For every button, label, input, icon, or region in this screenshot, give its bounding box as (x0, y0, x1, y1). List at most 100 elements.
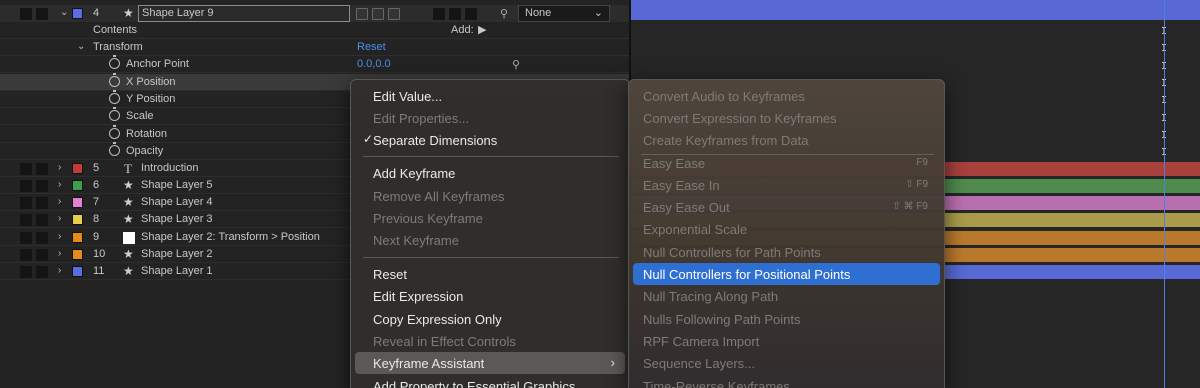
menu-item-add-keyframe[interactable]: Add Keyframe (355, 162, 625, 184)
label-color-swatch[interactable] (72, 232, 83, 243)
stopwatch-icon[interactable] (109, 142, 120, 156)
add-play-icon[interactable]: ▶ (478, 23, 486, 36)
label-color-swatch[interactable] (72, 180, 83, 191)
layer-name[interactable]: Introduction (141, 162, 198, 174)
chevron-right-icon[interactable]: › (58, 248, 61, 259)
stopwatch-icon[interactable] (109, 55, 120, 69)
av-switch[interactable] (20, 232, 32, 244)
layer-name[interactable]: Shape Layer 4 (141, 196, 213, 208)
menu-item-label: Null Controllers for Path Points (643, 245, 821, 260)
label-color-swatch[interactable] (72, 214, 83, 225)
menu-item-edit-value[interactable]: Edit Value... (355, 85, 625, 107)
stopwatch-icon[interactable] (109, 107, 120, 121)
layer-name[interactable]: Shape Layer 1 (141, 265, 213, 277)
av-switch[interactable] (20, 8, 32, 20)
lock-switch[interactable] (36, 232, 48, 244)
menu-item-label: Add Keyframe (373, 166, 456, 181)
layer-name[interactable]: Shape Layer 3 (141, 213, 213, 225)
anchor-point-row[interactable]: Anchor Point 0.0,0.0 ⚲ (0, 55, 630, 73)
menu-item-label: Separate Dimensions (373, 133, 498, 148)
av-switch[interactable] (20, 163, 32, 175)
menu-item-label: Easy Ease Out (643, 200, 730, 215)
av-switch[interactable] (20, 180, 32, 192)
submenu-item-null-controllers-positional-points[interactable]: Null Controllers for Positional Points (633, 263, 940, 285)
menu-item-label: Next Keyframe (373, 233, 459, 248)
layer-name-field[interactable]: Shape Layer 9 (138, 5, 350, 22)
lock-switch[interactable] (36, 249, 48, 261)
lock-switch[interactable] (36, 266, 48, 278)
motion-blur-switch[interactable] (449, 8, 461, 20)
lock-switch[interactable] (36, 197, 48, 209)
lock-switch[interactable] (36, 180, 48, 192)
layer-number: 10 (93, 248, 106, 260)
submenu-item-null-tracing-along-path: Null Tracing Along Path (633, 285, 940, 307)
submenu-item-easy-ease-out: Easy Ease Out ⇧ ⌘ F9 (633, 196, 940, 218)
menu-item-add-property-to-essential-graphics[interactable]: Add Property to Essential Graphics (355, 375, 625, 388)
menu-item-label: Time-Reverse Keyframes (643, 379, 790, 388)
lock-switch[interactable] (36, 163, 48, 175)
label-color-swatch[interactable] (72, 249, 83, 260)
layer-number: 9 (93, 231, 100, 243)
label-color-swatch[interactable] (72, 163, 83, 174)
collapse-switch[interactable] (372, 8, 384, 20)
quality-switch[interactable] (388, 8, 400, 20)
menu-item-reset[interactable]: Reset (355, 263, 625, 285)
star-icon: ★ (123, 212, 134, 226)
lock-switch[interactable] (36, 214, 48, 226)
layer-name[interactable]: Shape Layer 2 (141, 248, 213, 260)
chevron-right-icon[interactable]: › (58, 162, 61, 173)
lock-switch[interactable] (36, 8, 48, 20)
menu-item-label: Reset (373, 267, 407, 282)
shy-switch[interactable] (356, 8, 368, 20)
adjustment-switch[interactable] (465, 8, 477, 20)
stopwatch-icon[interactable] (109, 90, 120, 104)
chevron-down-icon[interactable]: ⌄ (77, 41, 85, 52)
anchor-point-value[interactable]: 0.0,0.0 (357, 58, 391, 70)
chevron-right-icon[interactable]: › (58, 231, 61, 242)
transform-row[interactable]: ⌄ Transform Reset (0, 39, 630, 56)
label-color-swatch[interactable] (72, 8, 83, 19)
star-icon: ★ (123, 264, 134, 278)
star-icon: ★ (123, 178, 134, 192)
menu-item-edit-expression[interactable]: Edit Expression (355, 285, 625, 307)
av-switch[interactable] (20, 197, 32, 209)
submenu-item-easy-ease: Easy Ease F9 (633, 152, 940, 174)
menu-item-separate-dimensions[interactable]: ✓ Separate Dimensions (355, 129, 625, 151)
menu-item-copy-expression-only[interactable]: Copy Expression Only (355, 308, 625, 330)
chevron-right-icon[interactable]: › (58, 213, 61, 224)
playhead[interactable] (1164, 0, 1165, 388)
menu-item-next-keyframe: Next Keyframe (355, 229, 625, 251)
transform-reset-link[interactable]: Reset (357, 41, 386, 53)
layer-bar-4[interactable] (631, 0, 1200, 20)
menu-shortcut: ⇧ ⌘ F9 (892, 201, 928, 212)
contents-row[interactable]: Contents Add: ▶ (0, 22, 630, 39)
stopwatch-icon[interactable] (109, 73, 120, 87)
pickwhip-icon[interactable]: ⚲ (500, 7, 508, 20)
menu-item-keyframe-assistant[interactable]: Keyframe Assistant › (355, 352, 625, 374)
context-menu: Edit Value... Edit Properties... ✓ Separ… (350, 79, 630, 388)
chevron-down-icon[interactable]: ⌄ (60, 7, 68, 18)
menu-item-label: Null Tracing Along Path (643, 289, 779, 304)
av-switch[interactable] (20, 266, 32, 278)
av-switch[interactable] (20, 214, 32, 226)
menu-separator (363, 156, 619, 157)
menu-item-label: Convert Audio to Keyframes (643, 89, 805, 104)
layer-name[interactable]: Shape Layer 5 (141, 179, 213, 191)
layer-number: 4 (93, 7, 100, 19)
label-color-swatch[interactable] (72, 197, 83, 208)
layer-name[interactable]: Shape Layer 2: Transform > Position (141, 231, 320, 243)
layer-row-4[interactable]: ⌄ 4 ★ Shape Layer 9 ⚲ None ⌄ (0, 5, 630, 22)
chevron-right-icon[interactable]: › (58, 265, 61, 276)
menu-item-label: Easy Ease (643, 156, 706, 171)
menu-item-label: Nulls Following Path Points (643, 312, 801, 327)
label-color-swatch[interactable] (72, 266, 83, 277)
anchor-point-label: Anchor Point (126, 58, 189, 70)
pickwhip-icon[interactable]: ⚲ (512, 58, 520, 71)
fx-switch[interactable] (433, 8, 445, 20)
stopwatch-icon[interactable] (109, 125, 120, 139)
chevron-right-icon[interactable]: › (58, 196, 61, 207)
parent-value: None (525, 7, 552, 19)
av-switch[interactable] (20, 249, 32, 261)
parent-dropdown[interactable]: None ⌄ (518, 5, 610, 22)
chevron-right-icon[interactable]: › (58, 179, 61, 190)
